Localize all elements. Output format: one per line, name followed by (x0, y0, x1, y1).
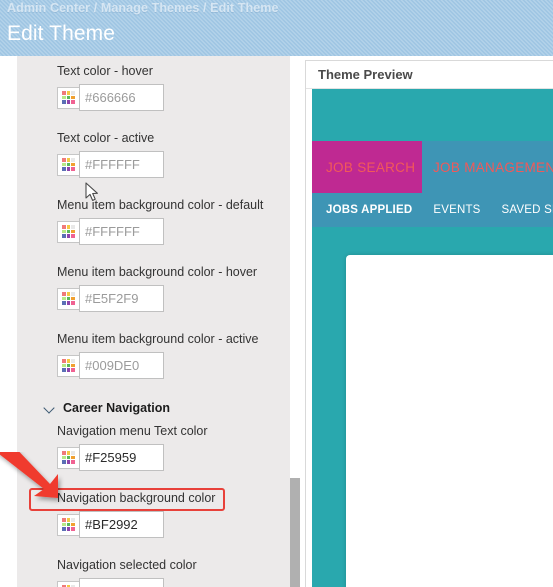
form-field-menu-bg-hover: Menu item background color - hover (17, 265, 300, 312)
color-picker-button[interactable] (57, 220, 79, 243)
preview-tab-label: JOB SEARCH (326, 159, 416, 175)
preview-subnav: JOBS APPLIED EVENTS SAVED SEA (312, 193, 553, 227)
color-value-input[interactable] (79, 511, 164, 538)
theme-settings-panel: Text color - hover Text color - active (17, 56, 300, 587)
section-title: Career Navigation (63, 401, 170, 415)
color-picker-grid-icon (62, 292, 75, 305)
color-picker-button[interactable] (57, 153, 79, 176)
color-picker-grid-icon (62, 359, 75, 372)
field-label: Navigation background color (57, 491, 216, 505)
theme-preview-title: Theme Preview (318, 67, 413, 82)
edit-theme-screen: Admin Center / Manage Themes / Edit Them… (0, 0, 553, 587)
color-picker-grid-icon (62, 91, 75, 104)
color-picker-grid-icon (62, 158, 75, 171)
color-value-input[interactable] (79, 218, 164, 245)
field-label: Navigation menu Text color (57, 424, 208, 438)
field-label: Text color - active (57, 131, 155, 145)
preview-banner (312, 89, 553, 141)
theme-preview-header: Theme Preview (306, 61, 553, 89)
color-value-input[interactable] (79, 285, 164, 312)
field-label: Navigation selected color (57, 558, 197, 572)
theme-preview-panel: Theme Preview JOB SEARCH JOB MANAGEMENT … (305, 60, 553, 587)
preview-content-card (346, 255, 553, 587)
preview-subnav-events[interactable]: EVENTS (433, 204, 480, 216)
color-value-input[interactable] (79, 578, 164, 587)
color-picker-button[interactable] (57, 287, 79, 310)
field-label: Menu item background color - default (57, 198, 264, 212)
color-value-input[interactable] (79, 444, 164, 471)
chevron-down-icon (45, 403, 56, 414)
color-picker-button[interactable] (57, 446, 79, 469)
page-header-bar: Admin Center / Manage Themes / Edit Them… (0, 0, 553, 56)
preview-tab-job-search[interactable]: JOB SEARCH (312, 141, 422, 193)
field-label: Menu item background color - active (57, 332, 259, 346)
color-picker-button[interactable] (57, 513, 79, 536)
color-picker-button[interactable] (57, 580, 79, 587)
form-field-text-color-hover: Text color - hover (17, 64, 300, 111)
color-picker-grid-icon (62, 518, 75, 531)
form-field-menu-bg-default: Menu item background color - default (17, 198, 300, 245)
field-label: Menu item background color - hover (57, 265, 258, 279)
vertical-scrollbar-thumb[interactable] (290, 478, 300, 587)
color-value-input[interactable] (79, 352, 164, 379)
breadcrumb[interactable]: Admin Center / Manage Themes / Edit Them… (7, 1, 279, 15)
preview-subnav-saved-searches[interactable]: SAVED SEA (502, 204, 553, 216)
color-picker-grid-icon (62, 225, 75, 238)
preview-content-background (312, 227, 553, 587)
preview-subnav-jobs-applied[interactable]: JOBS APPLIED (326, 204, 412, 216)
preview-nav-bar: JOB SEARCH JOB MANAGEMENT (312, 141, 553, 193)
color-picker-grid-icon (62, 451, 75, 464)
form-field-navigation-background-color: Navigation background color (17, 491, 300, 538)
color-picker-button[interactable] (57, 86, 79, 109)
form-field-menu-bg-active: Menu item background color - active (17, 332, 300, 379)
color-value-input[interactable] (79, 84, 164, 111)
form-field-text-color-active: Text color - active (17, 131, 300, 178)
section-header-career-navigation[interactable]: Career Navigation (17, 401, 300, 415)
page-title: Edit Theme (7, 22, 115, 45)
preview-tab-label: JOB MANAGEMENT (433, 159, 553, 175)
form-field-navigation-menu-text-color: Navigation menu Text color (17, 424, 300, 471)
color-picker-button[interactable] (57, 354, 79, 377)
preview-tab-job-management[interactable]: JOB MANAGEMENT (422, 141, 553, 193)
field-label: Text color - hover (57, 64, 153, 78)
theme-preview-body: JOB SEARCH JOB MANAGEMENT JOBS APPLIED E… (306, 89, 553, 587)
settings-form-scroll-area[interactable]: Text color - hover Text color - active (17, 56, 300, 587)
form-field-navigation-selected-color: Navigation selected color (17, 558, 300, 587)
color-value-input[interactable] (79, 151, 164, 178)
